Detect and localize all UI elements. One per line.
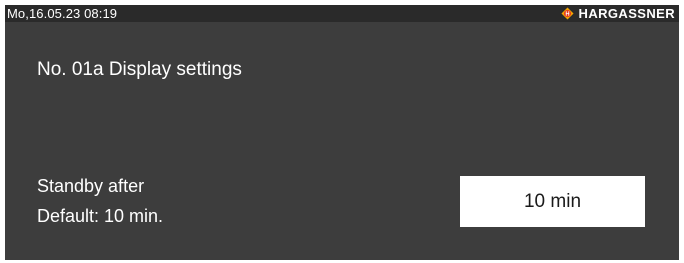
page-title: No. 01a Display settings bbox=[37, 59, 242, 80]
standby-value-field[interactable]: 10 min bbox=[460, 176, 645, 227]
setting-label: Standby after bbox=[37, 176, 145, 196]
status-bar: Mo,16.05.23 08:19 HARGASSNER bbox=[5, 5, 679, 22]
hargassner-logo-icon bbox=[560, 7, 574, 20]
brand: HARGASSNER bbox=[560, 5, 675, 22]
setting-default-hint: Default: 10 min. bbox=[37, 206, 164, 226]
settings-panel: No. 01a Display settings Standby after D… bbox=[5, 22, 679, 260]
datetime: Mo,16.05.23 08:19 bbox=[7, 6, 118, 21]
brand-name: HARGASSNER bbox=[578, 6, 675, 21]
